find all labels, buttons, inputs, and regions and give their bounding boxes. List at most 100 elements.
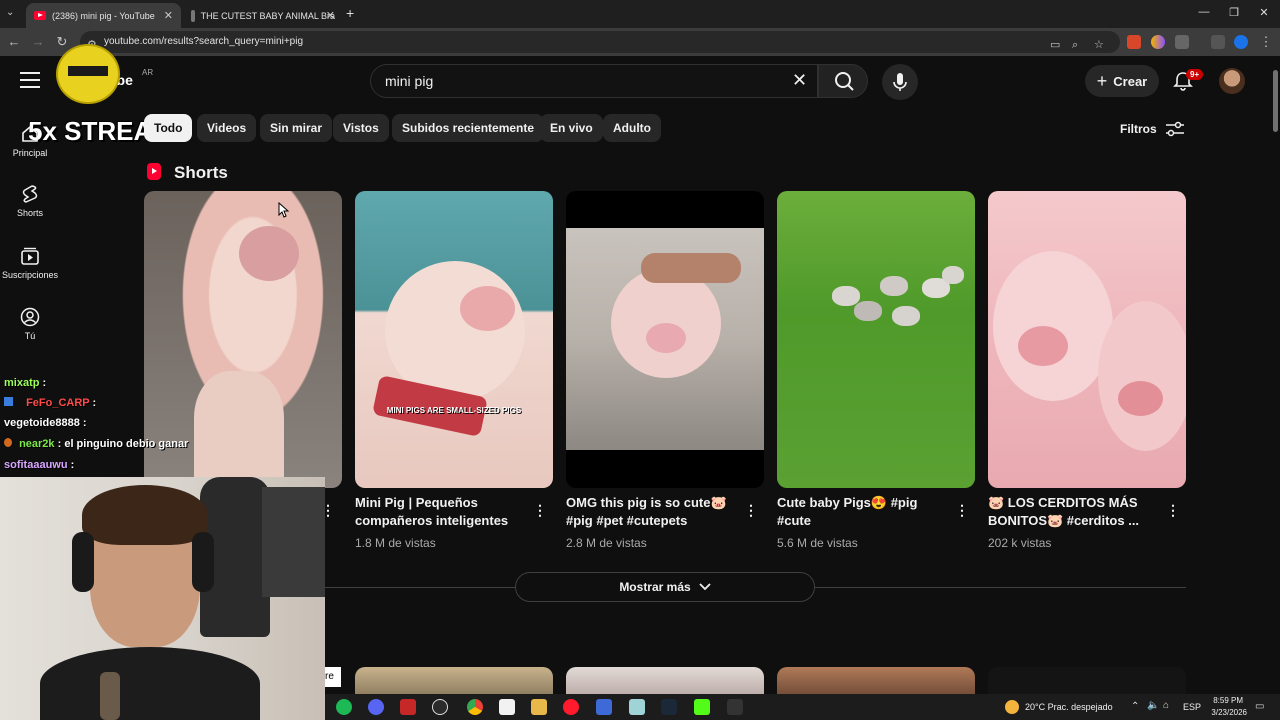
youtube-header: ube AR mini pig ✕ + Crear 9+	[0, 56, 1270, 112]
extension-icon[interactable]	[1127, 35, 1141, 49]
new-tab-button[interactable]: +	[346, 5, 354, 21]
scrollbar-thumb[interactable]	[1273, 70, 1278, 132]
address-bar[interactable]: ⚙ youtube.com/results?search_query=mini+…	[80, 31, 1120, 53]
extensions-puzzle-icon[interactable]	[1175, 35, 1189, 49]
create-label: Crear	[1113, 73, 1148, 89]
short-options-icon[interactable]: ⋮	[533, 502, 547, 519]
short-options-icon[interactable]: ⋮	[955, 502, 969, 519]
network-icon[interactable]: ⌂	[1163, 700, 1169, 711]
chat-text: :	[82, 417, 87, 429]
short-title[interactable]: 🐷 LOS CERDITOS MÁS BONITOS🐷 #cerditos ..…	[988, 494, 1163, 530]
show-more-button[interactable]: Mostrar más	[515, 572, 815, 602]
short-title[interactable]: Cute baby Pigs😍 #pig #cute	[777, 494, 952, 530]
short-thumbnail[interactable]	[988, 191, 1186, 488]
chat-message: FeFo_CARP :	[4, 397, 96, 409]
steam-icon[interactable]	[661, 699, 677, 715]
browser-menu-icon[interactable]: ⋮	[1256, 34, 1276, 50]
short-thumbnail[interactable]	[777, 191, 975, 488]
weather-icon[interactable]	[1005, 700, 1019, 714]
video-thumbnail[interactable]	[355, 667, 553, 697]
app-icon[interactable]	[499, 699, 515, 715]
filters-sliders-icon	[1165, 121, 1184, 137]
voice-search-button[interactable]	[882, 64, 918, 100]
tray-chevron-icon[interactable]: ⌃	[1131, 701, 1139, 712]
close-window-icon[interactable]: ✕	[1249, 6, 1279, 19]
streamer-webcam	[0, 477, 325, 720]
minimize-icon[interactable]: —	[1189, 6, 1219, 18]
create-button[interactable]: + Crear	[1085, 65, 1159, 97]
voicemeeter-icon[interactable]	[400, 699, 416, 715]
sidebar-item-you[interactable]: Tú	[0, 307, 60, 341]
short-title[interactable]: OMG this pig is so cute🐷 #pig #pet #cute…	[566, 494, 741, 530]
kick-icon[interactable]	[694, 699, 710, 715]
page-scrollbar[interactable]	[1270, 56, 1280, 694]
restore-icon[interactable]: ❐	[1219, 6, 1249, 19]
clock-date[interactable]: 3/23/2026	[1197, 708, 1247, 717]
account-avatar[interactable]	[1219, 68, 1245, 94]
menu-icon[interactable]	[20, 72, 40, 88]
reload-icon[interactable]: ↻	[52, 34, 72, 50]
weather-text[interactable]: 20°C Prac. despejado	[1025, 702, 1113, 712]
pig-body-image	[194, 371, 284, 488]
bookmark-star-icon[interactable]: ☆	[1094, 34, 1104, 56]
clear-search-icon[interactable]: ✕	[792, 70, 807, 91]
reading-list-icon[interactable]	[1211, 35, 1225, 49]
search-icon	[835, 72, 854, 91]
chip-live[interactable]: En vivo	[540, 114, 603, 142]
filters-button[interactable]: Filtros	[1120, 121, 1185, 137]
obs-icon[interactable]	[432, 699, 448, 715]
video-thumbnail[interactable]	[566, 667, 764, 697]
monitor-image	[262, 487, 325, 597]
sidebar-item-subscriptions[interactable]: Suscripciones	[0, 246, 60, 280]
close-tab-icon[interactable]: ✕	[164, 9, 173, 22]
short-options-icon[interactable]: ⋮	[1166, 502, 1180, 519]
chip-videos[interactable]: Videos	[197, 114, 257, 142]
chrome-icon[interactable]	[467, 699, 483, 715]
chat-badge-icon	[4, 438, 12, 447]
back-icon[interactable]: ←	[4, 34, 24, 49]
sidebar-item-home[interactable]: Principal	[0, 124, 60, 158]
chip-unwatched[interactable]: Sin mirar	[260, 114, 333, 142]
show-more-label: Mostrar más	[619, 580, 691, 594]
file-explorer-icon[interactable]	[531, 699, 547, 715]
headphones-image	[192, 532, 214, 592]
spotify-icon[interactable]	[336, 699, 352, 715]
shorts-heading: Shorts	[174, 163, 228, 182]
clock-time[interactable]: 8:59 PM	[1203, 696, 1243, 705]
volume-icon[interactable]: 🔈	[1147, 700, 1159, 711]
short-thumbnail[interactable]	[566, 191, 764, 488]
opera-gx-icon[interactable]	[563, 699, 579, 715]
epic-games-icon[interactable]	[727, 699, 743, 715]
profile-icon[interactable]	[1234, 35, 1248, 49]
chip-all[interactable]: Todo	[144, 114, 193, 142]
zoom-icon[interactable]: ⌕	[1072, 34, 1078, 56]
short-title[interactable]: Mini Pig | Pequeños compañeros inteligen…	[355, 494, 530, 530]
chip-watched[interactable]: Vistos	[333, 114, 389, 142]
notifications-center-icon[interactable]: ▭	[1255, 701, 1264, 712]
chip-adult[interactable]: Adulto	[603, 114, 661, 142]
tab-baby-animal[interactable]: THE CUTEST BABY ANIMAL Bra ✕	[183, 3, 343, 28]
video-thumbnail[interactable]	[777, 667, 975, 697]
cast-icon[interactable]: ▭	[1050, 34, 1060, 56]
chip-recently-uploaded[interactable]: Subidos recientemente	[392, 114, 545, 142]
tab-search-icon[interactable]: ⌄	[6, 7, 14, 18]
chat-text: : el pinguino debio ganar	[57, 438, 189, 450]
chat-message: vegetoide8888 :	[4, 417, 87, 429]
video-thumbnail[interactable]	[988, 667, 1186, 697]
short-thumbnail[interactable]: MINI PIGS ARE SMALL-SIZED PIGS	[355, 191, 553, 488]
extension-icon[interactable]	[1151, 35, 1165, 49]
tab-youtube[interactable]: (2386) mini pig - YouTube ✕	[26, 3, 181, 28]
search-input[interactable]: mini pig	[370, 64, 818, 98]
home-icon	[22, 125, 38, 142]
search-button[interactable]	[818, 64, 868, 98]
chat-badge-icon	[4, 397, 13, 406]
app-icon[interactable]	[629, 699, 645, 715]
discord-icon[interactable]	[368, 699, 384, 715]
sidebar-item-shorts[interactable]: Shorts	[0, 184, 60, 218]
chat-user: mixatp	[4, 377, 40, 389]
app-icon[interactable]	[596, 699, 612, 715]
notification-count-badge: 9+	[1186, 69, 1204, 80]
short-options-icon[interactable]: ⋮	[744, 502, 758, 519]
close-tab-icon[interactable]: ✕	[326, 9, 335, 22]
forward-icon[interactable]: →	[28, 34, 48, 49]
